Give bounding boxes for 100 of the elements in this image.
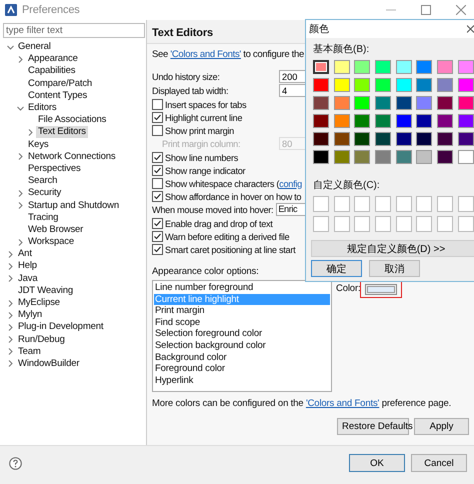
colors-fonts-link[interactable]: 'Colors and Fonts' [170, 49, 241, 60]
tree-item[interactable]: General [16, 41, 53, 54]
color-swatch[interactable] [354, 78, 370, 92]
help-icon[interactable] [9, 456, 22, 470]
tree-item[interactable]: WindowBuilder [16, 358, 82, 370]
expand-icon[interactable] [17, 238, 24, 246]
tree-item[interactable]: Mylyn [16, 309, 44, 322]
custom-color-slot[interactable] [354, 216, 370, 232]
expand-icon[interactable] [7, 275, 14, 282]
tree-item[interactable]: File Associations [36, 114, 108, 126]
expand-icon[interactable] [7, 250, 14, 258]
color-swatch[interactable] [354, 132, 370, 146]
color-swatch[interactable] [313, 60, 329, 74]
tree-item[interactable]: MyEclipse [16, 297, 62, 310]
checkbox[interactable] [152, 178, 163, 189]
collapse-icon[interactable] [7, 44, 14, 51]
color-swatch[interactable] [437, 114, 454, 128]
tree-item[interactable]: Team [16, 346, 43, 358]
color-swatch[interactable] [416, 114, 432, 128]
checkbox[interactable] [152, 99, 163, 110]
list-item[interactable]: Find scope [154, 316, 330, 328]
expand-icon[interactable] [17, 56, 24, 63]
color-swatch[interactable] [396, 96, 412, 110]
custom-color-slot[interactable] [458, 196, 474, 212]
color-swatch[interactable] [354, 60, 370, 74]
color-swatch[interactable] [396, 114, 412, 128]
tree-item[interactable]: Java [16, 272, 40, 285]
expand-icon[interactable] [27, 128, 34, 136]
color-swatch[interactable] [458, 150, 474, 164]
color-swatch[interactable] [437, 60, 454, 74]
tree-item[interactable]: Ant [16, 248, 34, 260]
colors-fonts-link[interactable]: 'Colors and Fonts' [306, 398, 380, 409]
close-icon[interactable] [467, 25, 474, 33]
tree-item[interactable]: Network Connections [26, 150, 118, 163]
custom-color-slot[interactable] [437, 216, 454, 232]
cancel-button[interactable]: Cancel [411, 454, 467, 472]
color-swatch[interactable] [396, 150, 412, 164]
list-item[interactable]: Line number foreground [154, 282, 330, 294]
tree-item[interactable]: Run/Debug [16, 334, 67, 346]
custom-color-slot[interactable] [313, 216, 329, 232]
color-swatch[interactable] [354, 150, 370, 164]
tree-item[interactable]: Web Browser [26, 224, 86, 236]
list-item[interactable]: Hyperlink [154, 374, 330, 386]
tree-item[interactable]: Content Types [26, 90, 90, 102]
tree-item[interactable]: Security [26, 187, 64, 200]
color-swatch[interactable] [437, 132, 454, 146]
custom-color-slot[interactable] [334, 216, 350, 232]
custom-color-slot[interactable] [458, 216, 474, 232]
apply-button[interactable]: Apply [414, 418, 469, 435]
tree-item[interactable]: Startup and Shutdown [26, 200, 122, 212]
color-swatch[interactable] [416, 96, 432, 110]
custom-color-slot[interactable] [375, 196, 392, 212]
checkbox[interactable] [152, 244, 163, 255]
expand-icon[interactable] [7, 300, 14, 307]
color-swatch[interactable] [334, 132, 350, 146]
close-icon[interactable] [456, 5, 466, 15]
color-swatch[interactable] [313, 150, 329, 164]
ok-button[interactable]: 确定 [311, 260, 362, 277]
custom-color-slot[interactable] [334, 196, 350, 212]
color-swatch[interactable] [416, 60, 432, 74]
custom-color-slot[interactable] [416, 196, 432, 212]
color-swatch[interactable] [458, 60, 474, 74]
tree-item[interactable]: Help [16, 260, 39, 272]
tree-item[interactable]: Appearance [26, 53, 80, 66]
color-swatch[interactable] [458, 96, 474, 110]
color-swatch[interactable] [396, 132, 412, 146]
color-swatch[interactable] [334, 150, 350, 164]
expand-icon[interactable] [7, 348, 14, 356]
list-item[interactable]: Foreground color [154, 363, 330, 375]
list-item[interactable]: Print margin [154, 305, 330, 317]
color-swatch[interactable] [437, 78, 454, 92]
tree-item[interactable]: Tracing [26, 212, 60, 224]
color-swatch[interactable] [375, 150, 392, 164]
color-swatch[interactable] [437, 96, 454, 110]
filter-field[interactable]: type filter text [3, 23, 145, 38]
custom-color-slot[interactable] [396, 216, 412, 232]
tree-item[interactable]: Keys [26, 138, 51, 151]
tree-item[interactable]: Editors [26, 102, 59, 114]
color-swatch[interactable] [313, 96, 329, 110]
expand-icon[interactable] [17, 153, 24, 160]
checkbox[interactable] [152, 191, 163, 202]
cancel-button[interactable]: 取消 [369, 260, 420, 277]
custom-color-slot[interactable] [313, 196, 329, 212]
tree-item[interactable]: Capabilities [26, 65, 78, 78]
expand-icon[interactable] [7, 312, 14, 319]
expand-icon[interactable] [7, 324, 14, 331]
color-swatch[interactable] [416, 78, 432, 92]
checkbox[interactable] [152, 165, 163, 176]
checkbox[interactable] [152, 231, 163, 242]
color-swatch[interactable] [334, 114, 350, 128]
configure-link[interactable]: config [279, 178, 302, 188]
list-item[interactable]: Background color [154, 352, 330, 364]
tree-item[interactable]: Perspectives [26, 162, 83, 175]
custom-color-slot[interactable] [396, 196, 412, 212]
color-swatch[interactable] [458, 114, 474, 128]
custom-color-slot[interactable] [437, 196, 454, 212]
define-custom-colors-button[interactable]: 规定自定义颜色(D) >> [311, 240, 474, 257]
color-swatch[interactable] [313, 114, 329, 128]
custom-color-slot[interactable] [375, 216, 392, 232]
checkbox[interactable] [152, 125, 163, 136]
